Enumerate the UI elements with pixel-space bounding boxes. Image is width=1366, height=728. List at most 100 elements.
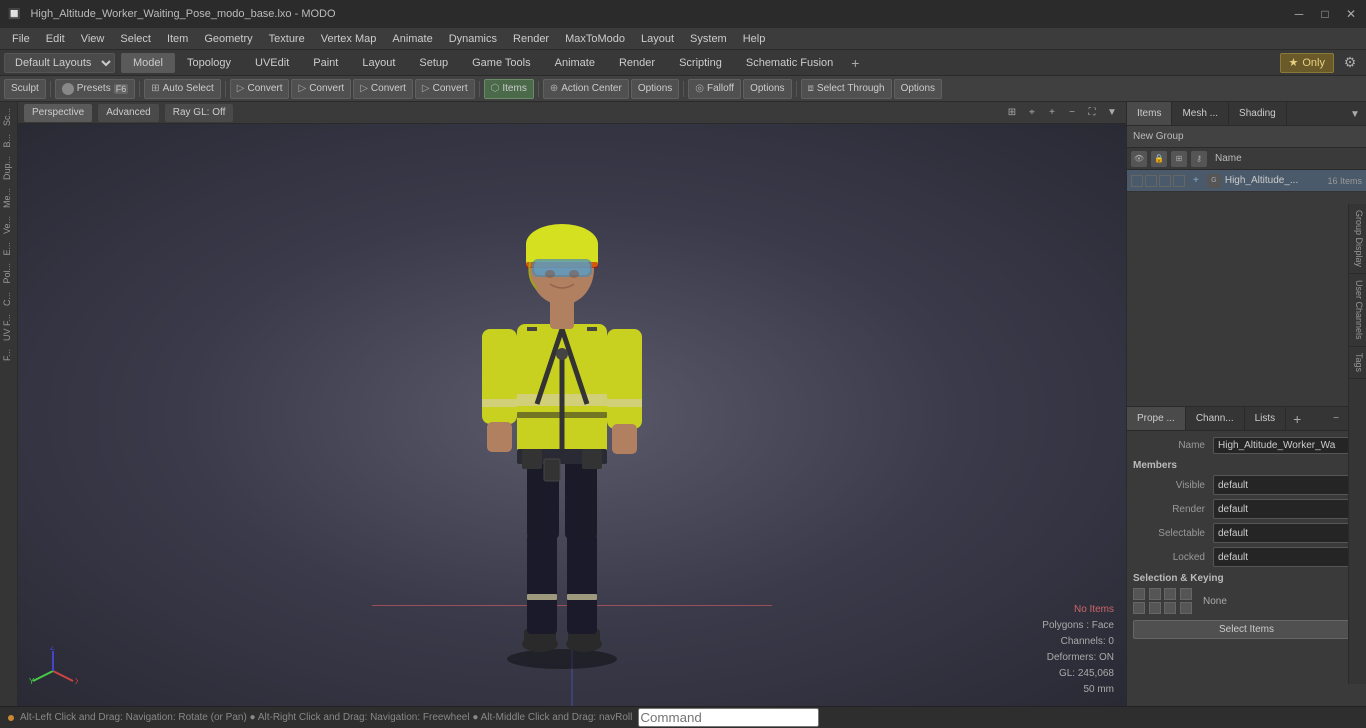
layout-only-button[interactable]: ★ Only: [1280, 53, 1335, 73]
render-dropdown[interactable]: default ▾: [1213, 499, 1360, 519]
layout-tab-uvedit[interactable]: UVEdit: [243, 53, 301, 73]
layout-tab-paint[interactable]: Paint: [301, 53, 350, 73]
menu-layout[interactable]: Layout: [633, 28, 682, 49]
menu-file[interactable]: File: [4, 28, 38, 49]
vp-layout-icon[interactable]: ⊞: [1004, 105, 1020, 121]
items-grid-icon[interactable]: ⊞: [1171, 151, 1187, 167]
vp-zoom-out-icon[interactable]: −: [1064, 105, 1080, 121]
visible-dropdown[interactable]: default ▾: [1213, 475, 1360, 495]
items-cb-key[interactable]: [1173, 175, 1185, 187]
keying-dot-3[interactable]: [1164, 588, 1176, 600]
layout-tab-model[interactable]: Model: [121, 53, 175, 73]
items-eye-icon[interactable]: 👁: [1131, 151, 1147, 167]
rvt-tags[interactable]: Tags: [1349, 347, 1366, 379]
selectable-dropdown[interactable]: default ▾: [1213, 523, 1360, 543]
rvt-group-display[interactable]: Group Display: [1349, 204, 1366, 274]
menu-dynamics[interactable]: Dynamics: [441, 28, 505, 49]
items-cb-render[interactable]: [1159, 175, 1171, 187]
sidebar-item-f[interactable]: F...: [0, 345, 17, 365]
items-lock-icon[interactable]: 🔒: [1151, 151, 1167, 167]
keying-dot-7[interactable]: [1164, 602, 1176, 614]
options2-button[interactable]: Options: [743, 79, 791, 99]
layout-tab-setup[interactable]: Setup: [407, 53, 460, 73]
vp-tab-raygl[interactable]: Ray GL: Off: [165, 104, 234, 122]
rp-tab-items[interactable]: Items: [1127, 102, 1172, 125]
menu-help[interactable]: Help: [735, 28, 774, 49]
items-row-group[interactable]: + G High_Altitude_... 16 Items: [1127, 170, 1366, 192]
props-tab-channels[interactable]: Chann...: [1186, 407, 1245, 430]
locked-dropdown[interactable]: default ▾: [1213, 547, 1360, 567]
action-center-button[interactable]: ⊕ Action Center: [543, 79, 629, 99]
items-newgroup[interactable]: New Group: [1127, 126, 1366, 148]
maximize-button[interactable]: □: [1318, 7, 1332, 21]
sidebar-item-c[interactable]: C...: [0, 288, 17, 310]
layout-tab-gametools[interactable]: Game Tools: [460, 53, 543, 73]
items-cb-eye[interactable]: [1131, 175, 1143, 187]
keying-dot-6[interactable]: [1149, 602, 1161, 614]
convert3-button[interactable]: ▷ Convert: [353, 79, 413, 99]
rp-tab-shading[interactable]: Shading: [1229, 102, 1287, 125]
layout-tab-animate[interactable]: Animate: [543, 53, 607, 73]
props-tab-properties[interactable]: Prope ...: [1127, 407, 1186, 430]
viewport-canvas[interactable]: X Y Z No Items Polygons : Face Channels:…: [18, 124, 1126, 706]
menu-animate[interactable]: Animate: [384, 28, 440, 49]
vp-settings-icon[interactable]: ▼: [1104, 105, 1120, 121]
menu-view[interactable]: View: [73, 28, 113, 49]
command-input[interactable]: [638, 708, 819, 727]
keying-dot-4[interactable]: [1180, 588, 1192, 600]
vp-tab-advanced[interactable]: Advanced: [98, 104, 158, 122]
keying-dot-2[interactable]: [1149, 588, 1161, 600]
items-button[interactable]: ⬡ Items: [484, 79, 534, 99]
props-add-button[interactable]: +: [1286, 407, 1308, 431]
sidebar-item-me[interactable]: Me...: [0, 184, 17, 212]
menu-select[interactable]: Select: [112, 28, 159, 49]
layout-dropdown[interactable]: Default Layouts: [4, 53, 115, 73]
rp-tab-mesh[interactable]: Mesh ...: [1172, 102, 1229, 125]
sidebar-item-sculpt[interactable]: Sc...: [0, 104, 17, 130]
layout-tab-layout[interactable]: Layout: [350, 53, 407, 73]
options1-button[interactable]: Options: [631, 79, 679, 99]
items-key-icon[interactable]: ⚷: [1191, 151, 1207, 167]
keying-dot-8[interactable]: [1180, 602, 1192, 614]
convert2-button[interactable]: ▷ Convert: [291, 79, 351, 99]
menu-render[interactable]: Render: [505, 28, 557, 49]
titlebar-controls[interactable]: ─ □ ✕: [1292, 7, 1358, 21]
sculpt-button[interactable]: Sculpt: [4, 79, 46, 99]
select-items-button[interactable]: Select Items: [1133, 620, 1360, 639]
keying-dot-5[interactable]: [1133, 602, 1145, 614]
layout-tab-scripting[interactable]: Scripting: [667, 53, 734, 73]
rp-expand-icon[interactable]: ▼: [1344, 102, 1366, 126]
menu-maxtomodo[interactable]: MaxToModo: [557, 28, 633, 49]
select-through-button[interactable]: ⧈ Select Through: [801, 79, 892, 99]
minimize-button[interactable]: ─: [1292, 7, 1306, 21]
props-tab-lists[interactable]: Lists: [1245, 407, 1287, 430]
close-button[interactable]: ✕: [1344, 7, 1358, 21]
falloff-button[interactable]: ◎ Falloff: [688, 79, 741, 99]
menu-texture[interactable]: Texture: [261, 28, 313, 49]
convert1-button[interactable]: ▷ Convert: [230, 79, 290, 99]
menu-edit[interactable]: Edit: [38, 28, 73, 49]
auto-select-button[interactable]: ⊞ Auto Select: [144, 79, 221, 99]
vp-zoom-in-icon[interactable]: +: [1044, 105, 1060, 121]
sidebar-item-ve[interactable]: Ve...: [0, 212, 17, 238]
layout-add-button[interactable]: +: [845, 53, 865, 73]
vp-tab-perspective[interactable]: Perspective: [24, 104, 92, 122]
menu-vertexmap[interactable]: Vertex Map: [313, 28, 385, 49]
sidebar-item-b[interactable]: B...: [0, 130, 17, 152]
items-cb-lock[interactable]: [1145, 175, 1157, 187]
vp-fullscreen-icon[interactable]: ⛶: [1084, 105, 1100, 121]
rvt-user-channels[interactable]: User Channels: [1349, 274, 1366, 347]
layout-tab-render[interactable]: Render: [607, 53, 667, 73]
layout-tab-topology[interactable]: Topology: [175, 53, 243, 73]
sidebar-item-uvf[interactable]: UV F...: [0, 310, 17, 345]
name-input[interactable]: [1213, 437, 1360, 454]
vp-fit-icon[interactable]: ⌖: [1024, 105, 1040, 121]
menu-item[interactable]: Item: [159, 28, 196, 49]
sidebar-item-e[interactable]: E...: [0, 238, 17, 260]
convert4-button[interactable]: ▷ Convert: [415, 79, 475, 99]
sidebar-item-pol[interactable]: Pol...: [0, 259, 17, 288]
viewport[interactable]: Perspective Advanced Ray GL: Off ⊞ ⌖ + −…: [18, 102, 1126, 706]
menu-geometry[interactable]: Geometry: [196, 28, 260, 49]
options3-button[interactable]: Options: [894, 79, 942, 99]
props-minimize-icon[interactable]: −: [1326, 407, 1346, 431]
